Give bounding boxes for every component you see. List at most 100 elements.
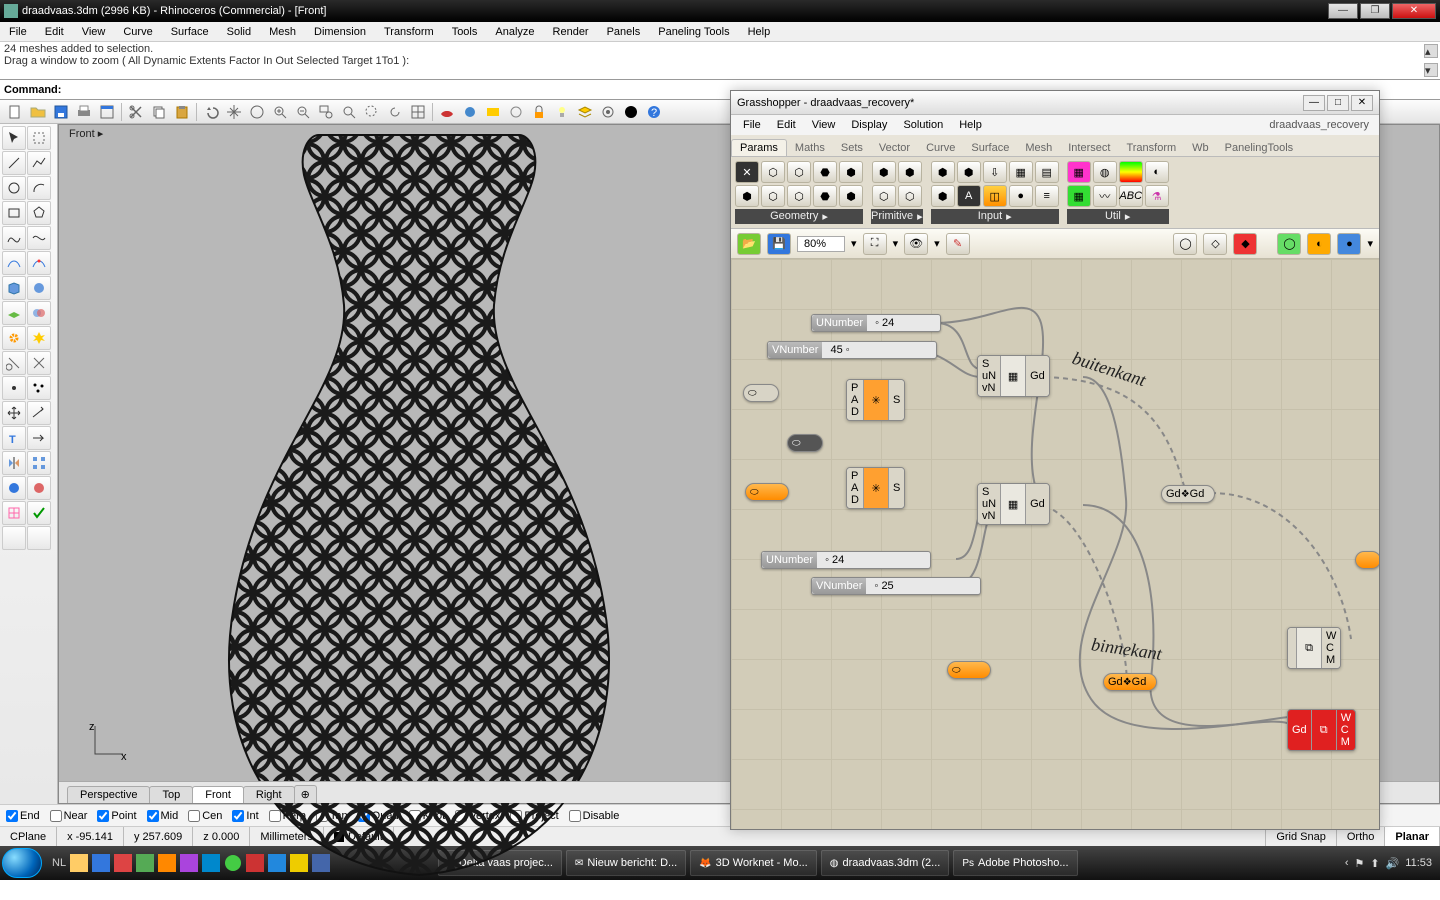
arc-icon[interactable] [27, 176, 51, 200]
menu-help[interactable]: Help [739, 26, 780, 38]
gh-param-icon[interactable]: ABC [1119, 185, 1143, 207]
gh-sketch-icon[interactable]: ✎ [946, 233, 970, 255]
gh-green-icon[interactable]: ◯ [1277, 233, 1301, 255]
gh-error-component[interactable]: Gd⧉ WCM [1287, 709, 1356, 751]
menu-tools[interactable]: Tools [443, 26, 487, 38]
gh-param-icon[interactable]: ⬡ [761, 185, 785, 207]
gh-zoom-field[interactable]: 80% [797, 236, 845, 252]
gh-param-icon[interactable]: ⬡ [761, 161, 785, 183]
taskbar-item[interactable]: Ps Adobe Photosho... [953, 850, 1077, 876]
tray-icon[interactable]: ⬆ [1370, 857, 1379, 870]
pinned-app-icon[interactable] [114, 854, 132, 872]
polygon-icon[interactable] [27, 201, 51, 225]
menu-edit[interactable]: Edit [36, 26, 73, 38]
points-icon[interactable] [27, 376, 51, 400]
menu-transform[interactable]: Transform [375, 26, 443, 38]
render-icon[interactable] [459, 102, 481, 122]
line-icon[interactable] [2, 151, 26, 175]
tray-clock[interactable]: 11:53 [1405, 857, 1432, 869]
gh-param-icon[interactable]: ≡ [1035, 185, 1059, 207]
tray-chevron-icon[interactable]: ‹ [1345, 857, 1349, 869]
gh-preview-icon[interactable]: 👁 [904, 233, 928, 255]
options-icon[interactable] [27, 526, 51, 550]
gh-slider-vnumber[interactable]: VNumber◦ 25 [811, 577, 981, 595]
gh-param-icon[interactable]: A [957, 185, 981, 207]
menu-dimension[interactable]: Dimension [305, 26, 375, 38]
gh-param-icon[interactable]: ⬡ [898, 185, 922, 207]
gh-geometry-param[interactable]: Gd ❖ Gd [1161, 485, 1215, 503]
zoom-window-icon[interactable] [315, 102, 337, 122]
gh-tab-maths[interactable]: Maths [787, 140, 833, 156]
pinned-explorer-icon[interactable] [70, 854, 88, 872]
gh-slider-unumber[interactable]: UNumber◦ 24 [811, 314, 941, 332]
four-viewport-icon[interactable] [407, 102, 429, 122]
history-scroll-up[interactable]: ▴ [1424, 44, 1438, 58]
gh-save-icon[interactable]: 💾 [767, 233, 791, 255]
gh-param-icon[interactable]: ▤ [1035, 161, 1059, 183]
dropdown-icon[interactable]: ▾ [1367, 237, 1373, 250]
gh-slider-unumber[interactable]: UNumber◦ 24 [761, 551, 931, 569]
gear-icon[interactable] [2, 326, 26, 350]
menu-curve[interactable]: Curve [114, 26, 161, 38]
gh-maximize-button[interactable]: □ [1327, 95, 1349, 111]
tab-perspective[interactable]: Perspective [67, 786, 150, 803]
properties-icon[interactable] [96, 102, 118, 122]
gh-param-icon[interactable]: ⬡ [872, 185, 896, 207]
gh-titlebar[interactable]: Grasshopper - draadvaas_recovery* — □ ✕ [731, 91, 1379, 115]
gh-param-icon[interactable]: ● [1009, 185, 1033, 207]
tab-front[interactable]: Front [192, 786, 244, 803]
osnap-point[interactable]: Point [97, 810, 136, 822]
gh-param-icon[interactable]: 〰 [1093, 185, 1117, 207]
show-icon[interactable] [482, 102, 504, 122]
solid-tools-icon[interactable] [2, 301, 26, 325]
cut-icon[interactable] [125, 102, 147, 122]
pan-icon[interactable] [223, 102, 245, 122]
gh-tab-vector[interactable]: Vector [871, 140, 918, 156]
gh-tab-curve[interactable]: Curve [918, 140, 963, 156]
gh-param-icon[interactable]: ⬢ [839, 185, 863, 207]
open-file-icon[interactable] [27, 102, 49, 122]
pinned-app-icon[interactable] [158, 854, 176, 872]
gh-param-icon[interactable]: ⬢ [898, 161, 922, 183]
box-icon[interactable] [2, 276, 26, 300]
boolean-icon[interactable] [27, 301, 51, 325]
gh-minimize-button[interactable]: — [1303, 95, 1325, 111]
copy-icon[interactable] [148, 102, 170, 122]
gh-tab-wb[interactable]: Wb [1184, 140, 1217, 156]
move-tool-icon[interactable] [2, 401, 26, 425]
gh-param-icon[interactable]: ⬢ [735, 185, 759, 207]
menu-render[interactable]: Render [544, 26, 598, 38]
render-tool-icon[interactable] [2, 476, 26, 500]
lasso-icon[interactable] [27, 126, 51, 150]
gh-surface-param[interactable]: ⬭ [743, 384, 779, 402]
text-icon[interactable]: T [2, 426, 26, 450]
osnap-end[interactable]: End [6, 810, 40, 822]
rotate-view-icon[interactable] [246, 102, 268, 122]
gh-menu-help[interactable]: Help [951, 119, 990, 131]
gh-param-icon[interactable]: ▦ [1067, 161, 1091, 183]
start-button[interactable] [2, 848, 42, 878]
gh-param-icon[interactable]: ⬢ [931, 161, 955, 183]
gh-param-icon[interactable]: ◍ [1093, 161, 1117, 183]
lang-indicator[interactable]: NL [52, 857, 66, 869]
color-icon[interactable] [620, 102, 642, 122]
tab-right[interactable]: Right [243, 786, 295, 803]
menu-paneling-tools[interactable]: Paneling Tools [649, 26, 738, 38]
tab-top[interactable]: Top [149, 786, 193, 803]
dropdown-icon[interactable]: ▾ [851, 237, 857, 250]
gh-param-icon[interactable]: ⬢ [931, 185, 955, 207]
gh-param-icon[interactable]: ▦ [1009, 161, 1033, 183]
material-icon[interactable] [27, 476, 51, 500]
gh-tab-intersect[interactable]: Intersect [1060, 140, 1118, 156]
gh-param-icon[interactable] [1119, 161, 1143, 183]
gh-tab-panelingtools[interactable]: PanelingTools [1217, 140, 1302, 156]
maximize-button[interactable]: ❐ [1360, 3, 1390, 19]
lock-icon[interactable] [528, 102, 550, 122]
grasshopper-window[interactable]: Grasshopper - draadvaas_recovery* — □ ✕ … [730, 90, 1380, 830]
taskbar-item[interactable]: 🦊 3D Worknet - Mo... [690, 850, 817, 876]
gh-param-icon[interactable]: ◫ [983, 185, 1007, 207]
gh-canvas[interactable]: UNumber◦ 24 VNumber45 ◦ UNumber◦ 24 VNum… [731, 259, 1379, 829]
status-planar[interactable]: Planar [1385, 827, 1440, 846]
check-icon[interactable] [27, 501, 51, 525]
gh-divide-surface-component[interactable]: SuNvN ▦Gd [977, 483, 1050, 525]
